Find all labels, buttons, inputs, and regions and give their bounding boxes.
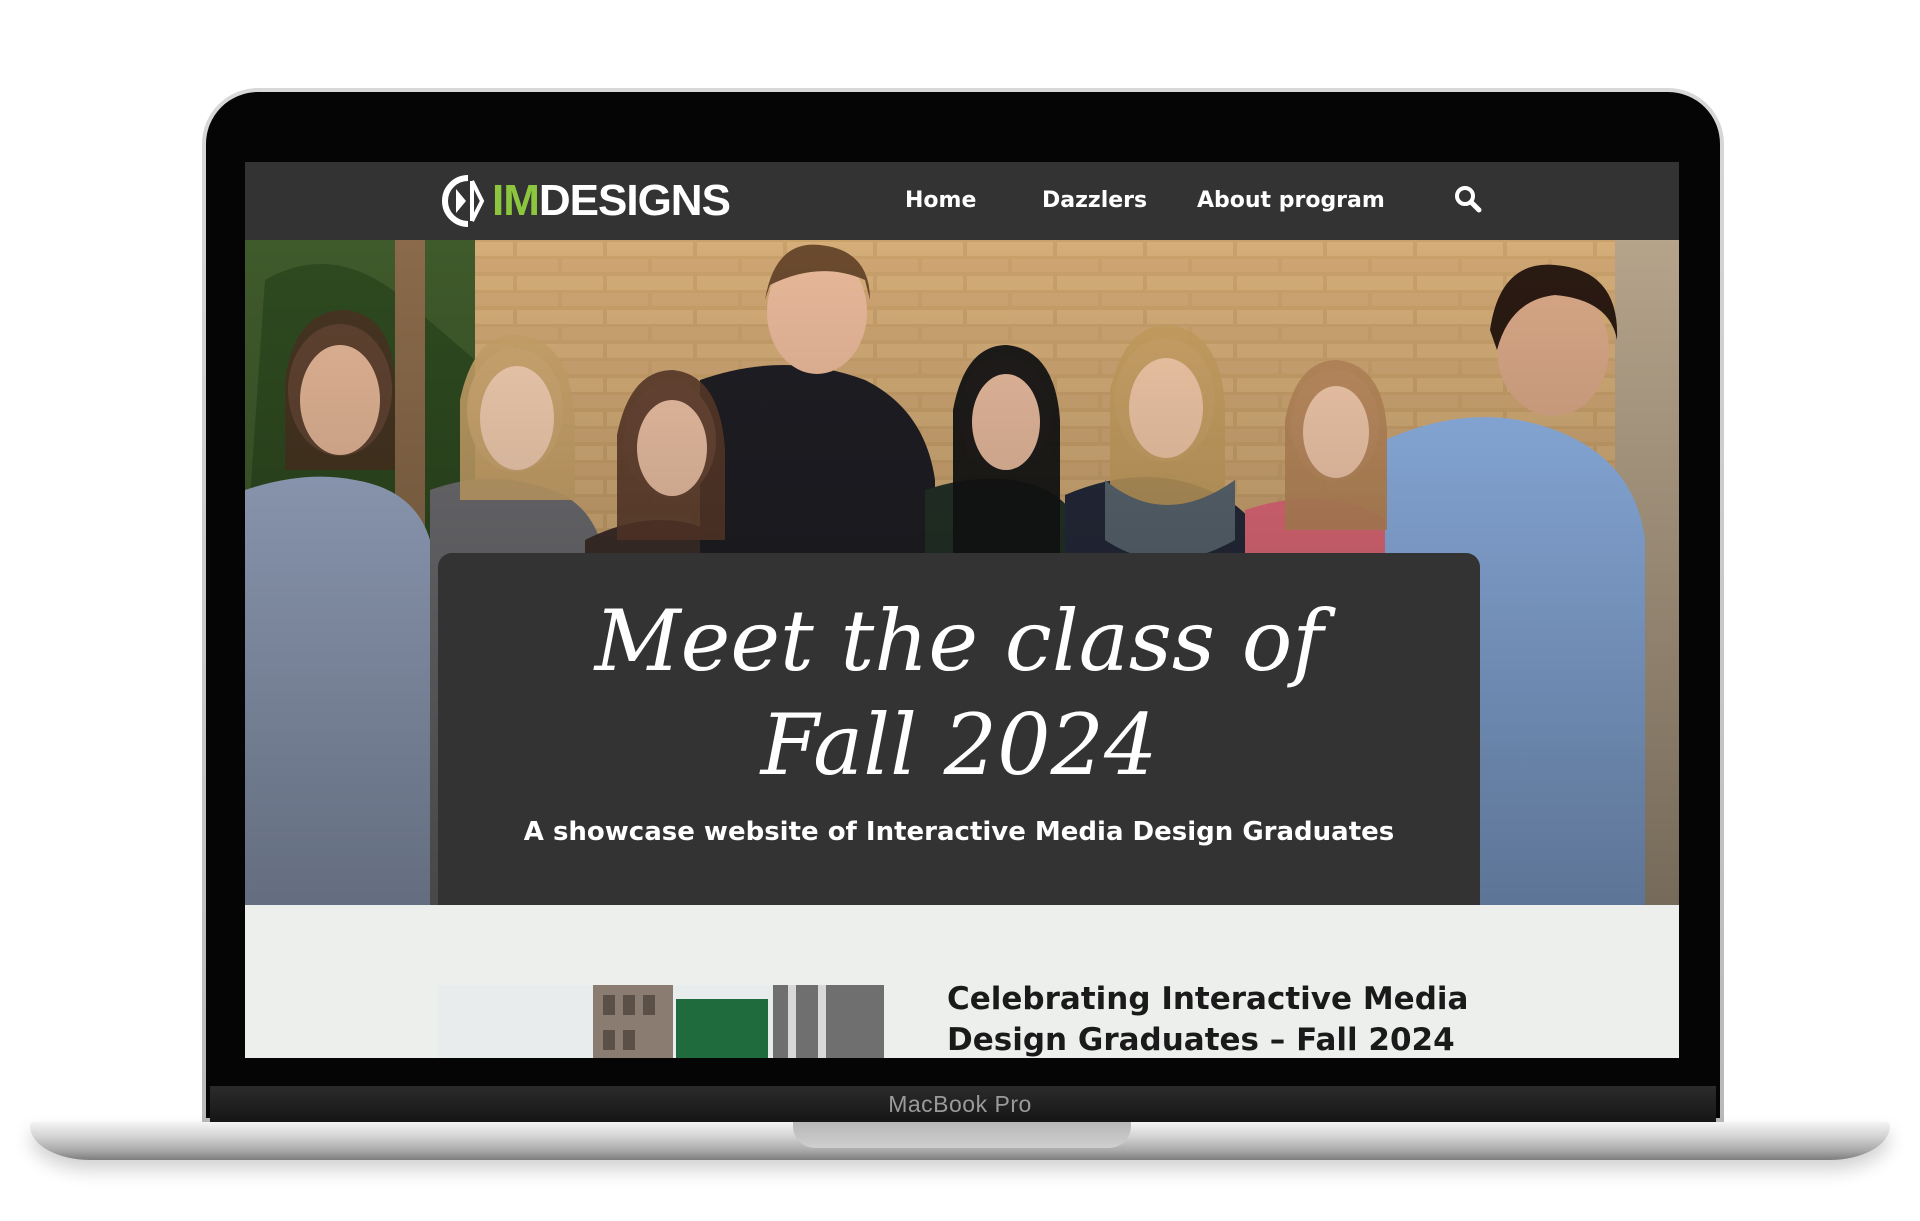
laptop-model-label: MacBook Pro xyxy=(888,1091,1032,1117)
nav-about-program[interactable]: About program xyxy=(1197,184,1385,218)
search-icon[interactable] xyxy=(1453,184,1483,214)
hero-card: Meet the class of Fall 2024 A showcase w… xyxy=(438,553,1480,905)
laptop-notch xyxy=(793,1122,1131,1148)
hero-title-line-1: Meet the class of xyxy=(594,592,1324,690)
site-logo[interactable]: IM DESIGNS xyxy=(442,172,731,230)
hero-title: Meet the class of Fall 2024 xyxy=(438,589,1480,797)
logo-mark-icon xyxy=(442,175,485,227)
logo-im-text: IM xyxy=(492,176,540,225)
article-title[interactable]: Celebrating Interactive Media Design Gra… xyxy=(947,979,1507,1058)
article-thumbnail[interactable] xyxy=(438,985,884,1058)
stage: IM DESIGNS Home Dazzlers About program M… xyxy=(0,0,1920,1221)
nav-home[interactable]: Home xyxy=(905,184,976,218)
hero-section: Meet the class of Fall 2024 A showcase w… xyxy=(245,240,1679,905)
hero-title-line-2: Fall 2024 xyxy=(760,696,1158,794)
hero-subtitle: A showcase website of Interactive Media … xyxy=(523,817,1395,847)
article-section: Celebrating Interactive Media Design Gra… xyxy=(245,905,1679,1058)
logo-designs-text: DESIGNS xyxy=(538,176,731,225)
site-header: IM DESIGNS Home Dazzlers About program xyxy=(245,162,1679,240)
browser-viewport: IM DESIGNS Home Dazzlers About program M… xyxy=(245,162,1679,1058)
nav-dazzlers[interactable]: Dazzlers xyxy=(1042,184,1147,218)
